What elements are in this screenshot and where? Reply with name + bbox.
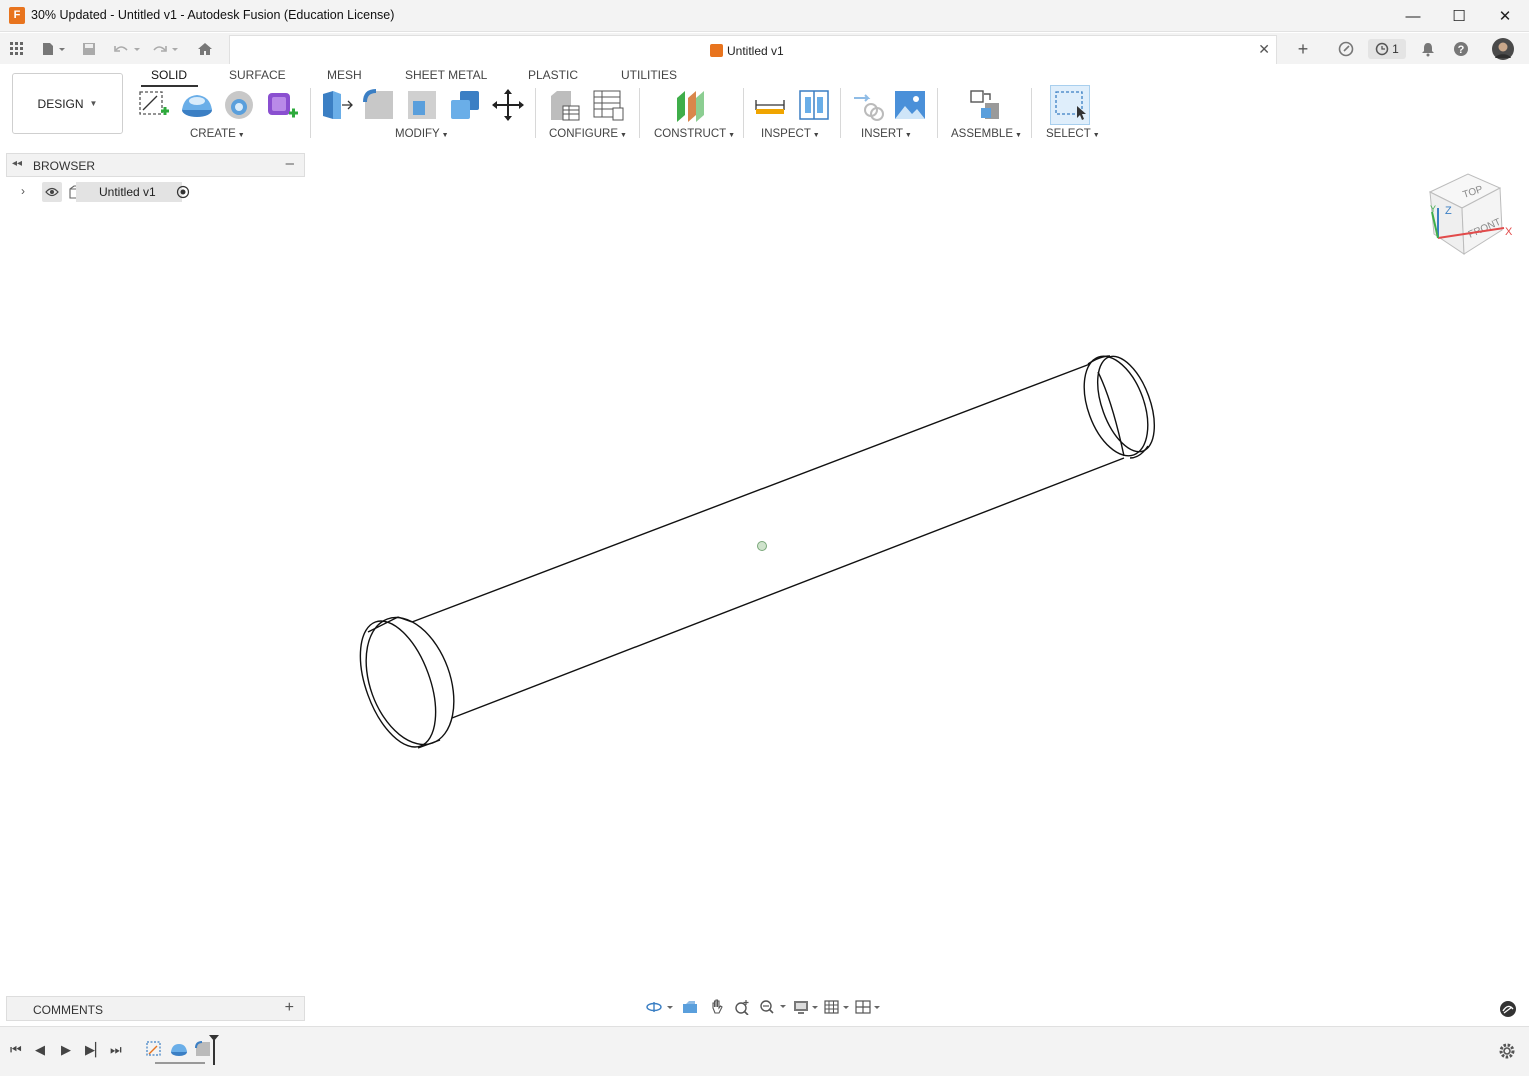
group-divider: [937, 88, 938, 138]
close-document-tab-icon[interactable]: ✕: [1258, 41, 1270, 58]
grid-snaps-icon[interactable]: [823, 996, 853, 1018]
minimize-button[interactable]: —: [1390, 0, 1436, 32]
inspect-group-label[interactable]: INSPECT ▼: [761, 128, 820, 140]
timeline-track: [155, 1062, 205, 1064]
group-divider: [840, 88, 841, 138]
tab-plastic[interactable]: PLASTIC: [528, 68, 578, 82]
new-component-icon[interactable]: [968, 88, 1002, 122]
shaft-body[interactable]: [345, 348, 1165, 757]
workspace-switcher-button[interactable]: DESIGN ▼: [12, 73, 123, 134]
section-analysis-icon[interactable]: [797, 88, 831, 122]
origin-point-marker[interactable]: [757, 541, 767, 551]
file-menu-icon[interactable]: [40, 39, 68, 59]
press-pull-icon[interactable]: [320, 88, 354, 122]
group-divider: [639, 88, 640, 138]
add-comment-icon[interactable]: +: [285, 999, 294, 1017]
assemble-group-label[interactable]: ASSEMBLE ▼: [951, 128, 1022, 140]
window-select-icon[interactable]: [1050, 85, 1090, 125]
design-document-icon: [710, 44, 723, 57]
select-group-label[interactable]: SELECT ▼: [1046, 128, 1100, 140]
comments-title: COMMENTS: [33, 1003, 103, 1017]
fit-zoom-icon[interactable]: [758, 996, 790, 1018]
redo-icon[interactable]: [150, 39, 182, 59]
offset-plane-icon[interactable]: [674, 88, 708, 122]
job-count: 1: [1392, 42, 1399, 56]
document-tab[interactable]: Untitled v1 ✕: [229, 35, 1277, 65]
chevron-down-icon: ▼: [89, 99, 98, 108]
tab-utilities[interactable]: UTILITIES: [621, 68, 677, 82]
viewports-icon[interactable]: [854, 996, 884, 1018]
configure-table-icon[interactable]: [547, 88, 581, 122]
modify-group-label[interactable]: MODIFY ▼: [395, 128, 449, 140]
tab-surface[interactable]: SURFACE: [229, 68, 286, 82]
display-settings-icon[interactable]: [792, 996, 822, 1018]
document-tab-title: Untitled v1: [727, 44, 784, 58]
go-to-start-icon[interactable]: ⏮: [10, 1042, 22, 1058]
rendering-status-icon[interactable]: [1499, 1000, 1517, 1018]
create-form-icon[interactable]: [265, 88, 299, 122]
new-tab-plus-icon[interactable]: +: [1293, 39, 1313, 59]
orbit-icon[interactable]: [645, 996, 675, 1018]
play-icon[interactable]: ▶: [61, 1042, 71, 1058]
group-divider: [535, 88, 536, 138]
timeline-sketch-feature-icon[interactable]: [145, 1040, 163, 1058]
go-to-end-icon[interactable]: ⏭: [110, 1042, 122, 1058]
timeline-marker-handle[interactable]: [209, 1035, 219, 1065]
step-back-icon[interactable]: ◀: [35, 1042, 45, 1058]
tab-solid[interactable]: SOLID: [151, 68, 187, 82]
home-icon[interactable]: [196, 39, 214, 59]
combine-icon[interactable]: [448, 88, 482, 122]
model-viewport[interactable]: [0, 148, 1529, 1026]
insert-derive-icon[interactable]: [851, 88, 885, 122]
extensions-icon[interactable]: [1336, 39, 1356, 59]
svg-text:?: ?: [1458, 44, 1465, 56]
maximize-button[interactable]: ☐: [1436, 0, 1482, 32]
help-icon[interactable]: ?: [1452, 39, 1470, 59]
navigation-bar: [645, 996, 885, 1018]
revolve-icon[interactable]: [222, 88, 256, 122]
construct-group-label[interactable]: CONSTRUCT ▼: [654, 128, 735, 140]
insert-group-label[interactable]: INSERT ▼: [861, 128, 912, 140]
create-sketch-icon[interactable]: [137, 88, 171, 122]
window-title: 30% Updated - Untitled v1 - Autodesk Fus…: [31, 8, 395, 22]
undo-icon[interactable]: [112, 39, 144, 59]
create-group-label[interactable]: CREATE ▼: [190, 128, 245, 140]
measure-icon[interactable]: [753, 88, 787, 122]
timeline-extrude-feature-icon[interactable]: [170, 1040, 188, 1058]
configure-group-label[interactable]: CONFIGURE ▼: [549, 128, 627, 140]
timeline-bar: ⏮ ◀ ▶ ▶▏ ⏭: [0, 1026, 1529, 1076]
workspace-label: DESIGN: [37, 96, 84, 111]
extrude-icon[interactable]: [180, 88, 214, 122]
fillet-icon[interactable]: [362, 88, 396, 122]
step-forward-icon[interactable]: ▶▏: [85, 1042, 105, 1058]
pan-hand-icon[interactable]: [707, 996, 727, 1018]
group-divider: [743, 88, 744, 138]
tab-mesh[interactable]: MESH: [327, 68, 362, 82]
configure-rule-icon[interactable]: [591, 88, 625, 122]
active-tab-indicator: [141, 85, 198, 87]
comments-panel-header: COMMENTS +: [6, 996, 305, 1021]
fusion-app-icon: F: [9, 7, 25, 24]
user-avatar[interactable]: [1491, 37, 1515, 61]
group-divider: [1031, 88, 1032, 138]
shell-icon[interactable]: [405, 88, 439, 122]
tab-sheet-metal[interactable]: SHEET METAL: [405, 68, 487, 82]
timeline-settings-gear-icon[interactable]: [1497, 1041, 1517, 1061]
group-divider: [310, 88, 311, 138]
data-panel-grid-icon[interactable]: [9, 39, 25, 59]
save-icon[interactable]: [81, 39, 97, 59]
close-button[interactable]: ✕: [1482, 0, 1528, 32]
move-copy-icon[interactable]: [491, 88, 525, 122]
job-status-badge[interactable]: 1: [1368, 39, 1406, 59]
notifications-bell-icon[interactable]: [1419, 39, 1437, 59]
look-at-icon[interactable]: [680, 996, 700, 1018]
insert-canvas-icon[interactable]: [893, 88, 927, 122]
title-bar: F 30% Updated - Untitled v1 - Autodesk F…: [0, 0, 1529, 32]
zoom-icon[interactable]: [732, 996, 752, 1018]
